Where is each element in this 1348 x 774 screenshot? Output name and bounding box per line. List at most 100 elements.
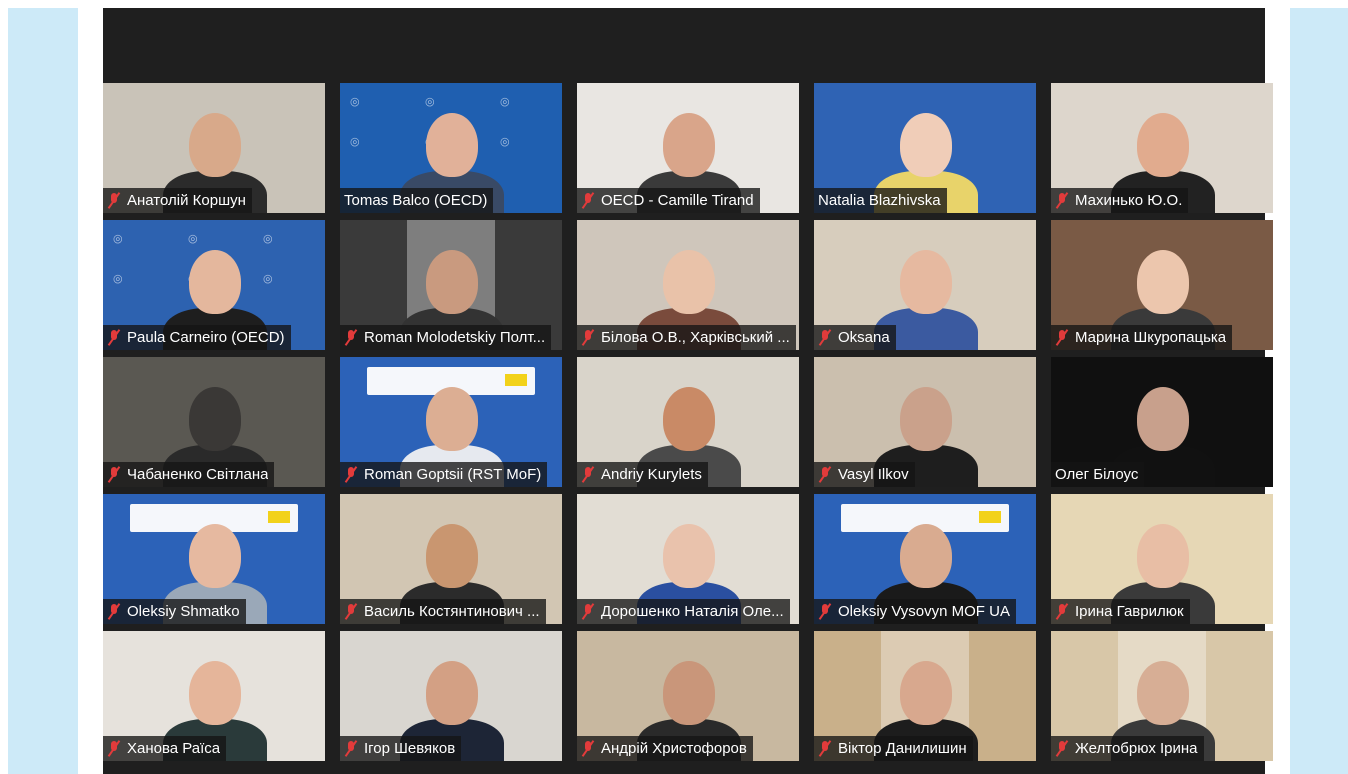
right-side-panel <box>1290 8 1348 774</box>
participant-tile[interactable]: Марина Шкуропацька <box>1051 220 1273 350</box>
participant-name-label: Andriy Kurylets <box>577 462 708 487</box>
participant-name: Білова О.В., Харківський ... <box>601 329 790 346</box>
participant-face <box>900 250 952 314</box>
muted-mic-icon <box>1055 603 1069 620</box>
participant-tile[interactable]: Віктор Данилишин <box>814 631 1036 761</box>
participant-name: Марина Шкуропацька <box>1075 329 1227 346</box>
oecd-logo-pattern: ◎ <box>425 96 435 108</box>
participant-tile[interactable]: Василь Костянтинович ... <box>340 494 562 624</box>
participant-tile[interactable]: Roman Molodetskiy Полт... <box>340 220 562 350</box>
participant-tile[interactable]: Анатолій Коршун <box>103 83 325 213</box>
participant-name-label: Віктор Данилишин <box>814 736 973 761</box>
participant-name: Roman Goptsii (RST MoF) <box>364 466 542 483</box>
participant-name-label: Андрій Христофоров <box>577 736 753 761</box>
oecd-logo-pattern: ◎ <box>188 233 198 245</box>
participant-face <box>189 524 241 588</box>
muted-mic-icon <box>581 740 595 757</box>
participant-name-label: Желтобрюх Ірина <box>1051 736 1204 761</box>
participant-name: Paula Carneiro (OECD) <box>127 329 285 346</box>
participant-name: Oksana <box>838 329 890 346</box>
participant-face <box>1137 250 1189 314</box>
participant-name-label: Марина Шкуропацька <box>1051 325 1233 350</box>
muted-mic-icon <box>581 603 595 620</box>
participant-name-label: Дорошенко Наталія Оле... <box>577 599 790 624</box>
oecd-logo-pattern: ◎ <box>113 273 123 285</box>
participant-tile[interactable]: Ханова Раїса <box>103 631 325 761</box>
participant-tile[interactable]: Roman Goptsii (RST MoF) <box>340 357 562 487</box>
participant-name-label: Vasyl Ilkov <box>814 462 915 487</box>
participant-face <box>900 661 952 725</box>
participant-name-label: Oksana <box>814 325 896 350</box>
oecd-logo-pattern: ◎ <box>500 96 510 108</box>
participant-tile[interactable]: Oleksiy Vysovyn MOF UA <box>814 494 1036 624</box>
participant-face <box>663 250 715 314</box>
participant-tile[interactable]: Ігор Шевяков <box>340 631 562 761</box>
participant-name: Oleksiy Shmatko <box>127 603 240 620</box>
participant-tile[interactable]: Vasyl Ilkov <box>814 357 1036 487</box>
participant-name: Дорошенко Наталія Оле... <box>601 603 784 620</box>
video-gallery: Анатолій Коршун ◎ ◎ ◎ ◎ ◎ ◎ Tomas Balco (OECD) O… <box>103 8 1273 774</box>
muted-mic-icon <box>344 740 358 757</box>
participant-name-label: Roman Molodetskiy Полт... <box>340 325 552 350</box>
participant-name: Oleksiy Vysovyn MOF UA <box>838 603 1010 620</box>
muted-mic-icon <box>581 466 595 483</box>
participant-face <box>900 387 952 451</box>
participant-tile[interactable]: Желтобрюх Ірина <box>1051 631 1273 761</box>
participant-face <box>426 250 478 314</box>
participant-name: Andriy Kurylets <box>601 466 702 483</box>
participant-face <box>426 387 478 451</box>
participant-name-label: Олег Білоус <box>1051 462 1145 487</box>
participant-tile[interactable]: Дорошенко Наталія Оле... <box>577 494 799 624</box>
participant-name-label: Roman Goptsii (RST MoF) <box>340 462 548 487</box>
participant-name: Махинько Ю.О. <box>1075 192 1183 209</box>
participant-tile[interactable]: Natalia Blazhivska <box>814 83 1036 213</box>
participant-name-label: Paula Carneiro (OECD) <box>103 325 291 350</box>
participant-face <box>189 113 241 177</box>
muted-mic-icon <box>1055 192 1069 209</box>
muted-mic-icon <box>1055 740 1069 757</box>
participant-tile[interactable]: Oksana <box>814 220 1036 350</box>
participant-name-label: Василь Костянтинович ... <box>340 599 546 624</box>
oecd-logo-pattern: ◎ <box>263 233 273 245</box>
participant-face <box>663 524 715 588</box>
participant-tile[interactable]: Oleksiy Shmatko <box>103 494 325 624</box>
participant-name-label: Natalia Blazhivska <box>814 188 947 213</box>
participant-name: Ігор Шевяков <box>364 740 456 757</box>
participant-tile[interactable]: ◎◎◎◎◎◎Tomas Balco (OECD) <box>340 83 562 213</box>
participant-tile[interactable]: Чабаненко Світлана <box>103 357 325 487</box>
participant-face <box>189 250 241 314</box>
participant-tile[interactable]: ◎◎◎◎◎◎Paula Carneiro (OECD) <box>103 220 325 350</box>
participant-tile[interactable]: Білова О.В., Харківський ... <box>577 220 799 350</box>
participant-name-label: Ханова Раїса <box>103 736 227 761</box>
participant-face <box>1137 524 1189 588</box>
participant-name-label: Білова О.В., Харківський ... <box>577 325 796 350</box>
participant-name-label: Ігор Шевяков <box>340 736 462 761</box>
muted-mic-icon <box>581 329 595 346</box>
participant-tile[interactable]: Олег Білоус <box>1051 357 1273 487</box>
participant-face <box>426 524 478 588</box>
participant-tile[interactable]: Махинько Ю.О. <box>1051 83 1273 213</box>
participant-tile[interactable]: Андрій Христофоров <box>577 631 799 761</box>
muted-mic-icon <box>344 329 358 346</box>
participant-name: Vasyl Ilkov <box>838 466 909 483</box>
muted-mic-icon <box>344 466 358 483</box>
muted-mic-icon <box>1055 329 1069 346</box>
participant-tile[interactable]: OECD - Camille Tirand <box>577 83 799 213</box>
participant-name: Віктор Данилишин <box>838 740 967 757</box>
participant-name-label: Tomas Balco (OECD) <box>340 188 494 213</box>
participant-name-label: Махинько Ю.О. <box>1051 188 1189 213</box>
participant-name: Natalia Blazhivska <box>818 192 941 209</box>
participant-face <box>663 113 715 177</box>
participant-name: Андрій Христофоров <box>601 740 747 757</box>
participant-name: Олег Білоус <box>1055 466 1139 483</box>
muted-mic-icon <box>107 329 121 346</box>
participant-face <box>1137 661 1189 725</box>
participant-tile[interactable]: Ірина Гаврилюк <box>1051 494 1273 624</box>
participant-name: Roman Molodetskiy Полт... <box>364 329 546 346</box>
participant-tile[interactable]: Andriy Kurylets <box>577 357 799 487</box>
muted-mic-icon <box>581 192 595 209</box>
oecd-logo-pattern: ◎ <box>350 136 360 148</box>
participant-face <box>900 524 952 588</box>
participant-face <box>900 113 952 177</box>
muted-mic-icon <box>107 740 121 757</box>
